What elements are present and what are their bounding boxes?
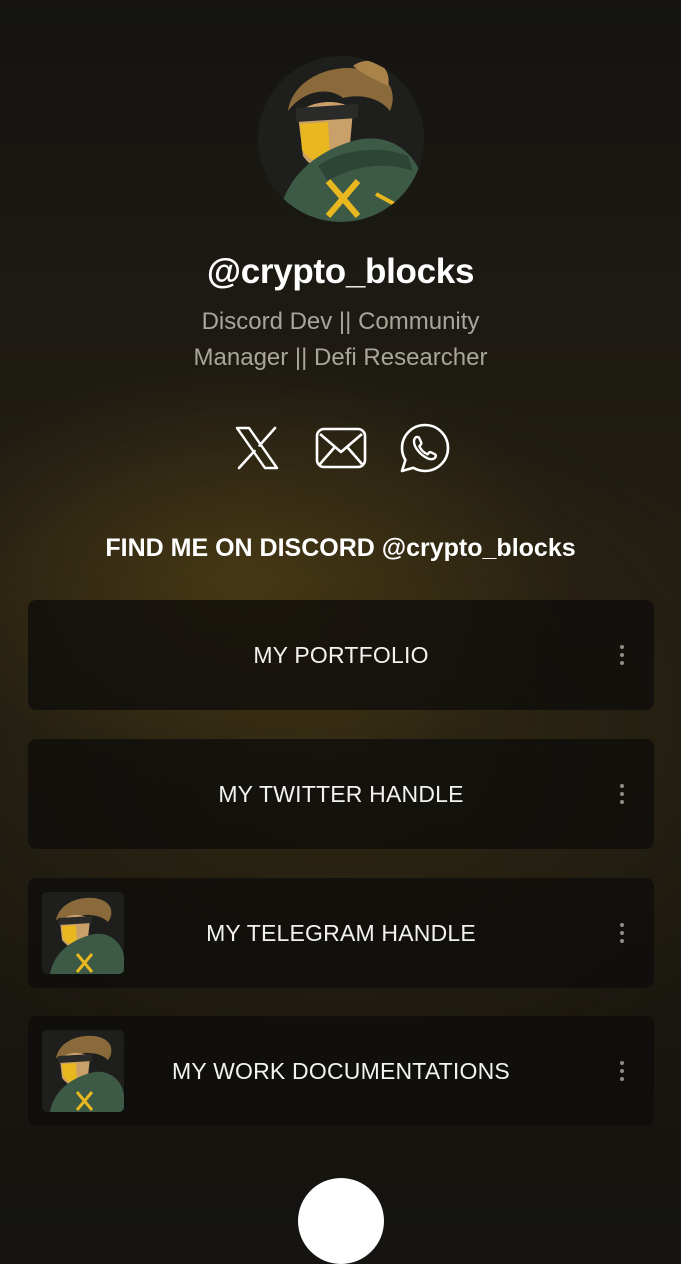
mail-link[interactable] xyxy=(313,420,369,476)
more-options-icon[interactable] xyxy=(612,780,632,808)
whatsapp-link[interactable] xyxy=(397,420,453,476)
whatsapp-icon xyxy=(400,423,450,473)
link-telegram-handle[interactable]: MY TELEGRAM HANDLE xyxy=(28,878,654,988)
profile-page: @crypto_blocks Discord Dev || Community … xyxy=(0,0,681,1264)
avatar-thumbnail-image xyxy=(42,892,124,974)
link-thumbnail xyxy=(42,892,124,974)
x-logo-link[interactable] xyxy=(229,420,285,476)
link-portfolio[interactable]: MY PORTFOLIO xyxy=(28,600,654,710)
link-label: MY TELEGRAM HANDLE xyxy=(206,919,476,946)
link-label: MY WORK DOCUMENTATIONS xyxy=(172,1057,510,1084)
discord-heading: FIND ME ON DISCORD @crypto_blocks xyxy=(105,534,576,562)
more-options-icon[interactable] xyxy=(612,919,632,947)
profile-handle: @crypto_blocks xyxy=(206,252,475,291)
link-work-documentations[interactable]: MY WORK DOCUMENTATIONS xyxy=(28,1016,654,1126)
link-twitter-handle[interactable]: MY TWITTER HANDLE xyxy=(28,739,654,849)
link-label: MY TWITTER HANDLE xyxy=(218,780,464,807)
bottom-action-button[interactable] xyxy=(298,1178,384,1264)
mail-icon xyxy=(315,427,367,469)
avatar-thumbnail-image xyxy=(42,1030,124,1112)
social-links xyxy=(0,420,681,476)
more-options-icon[interactable] xyxy=(612,641,632,669)
profile-bio: Discord Dev || Community Manager || Defi… xyxy=(193,308,488,371)
more-options-icon[interactable] xyxy=(612,1057,632,1085)
avatar-illustration xyxy=(258,56,424,222)
link-label: MY PORTFOLIO xyxy=(253,641,429,668)
x-logo-icon xyxy=(235,426,279,470)
link-thumbnail xyxy=(42,1030,124,1112)
profile-avatar xyxy=(258,56,424,222)
